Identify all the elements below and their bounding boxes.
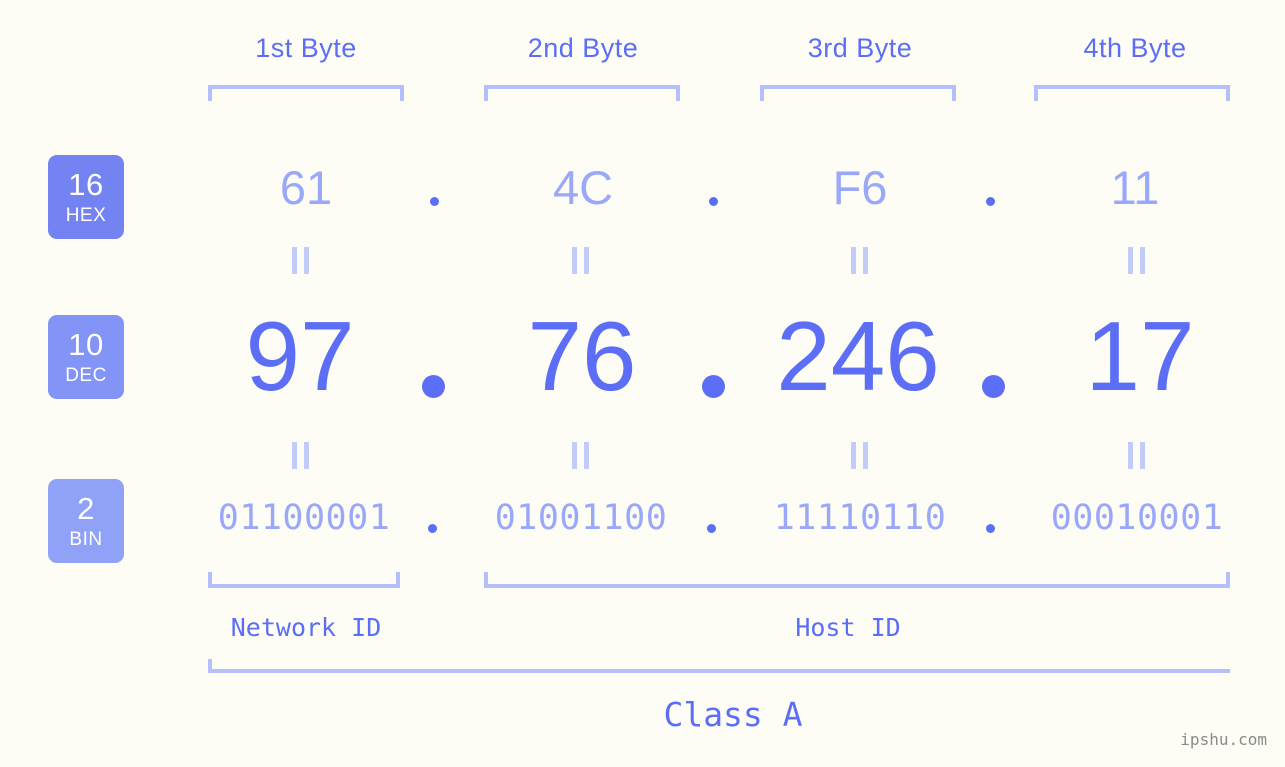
byte-bracket-3: [760, 85, 956, 101]
dec-separator-dot-3: [982, 375, 1005, 398]
dec-separator-dot-2: [702, 375, 725, 398]
hex-octet-3: F6: [832, 161, 888, 214]
equals-mark-dec-bin-4: [1126, 442, 1146, 469]
class-label: Class A: [663, 695, 803, 734]
byte-bracket-2: [484, 85, 680, 101]
bin-separator-dot-3: [986, 524, 995, 533]
site-watermark: ipshu.com: [1180, 730, 1267, 749]
dec-octet-2: 76: [527, 301, 637, 411]
network-id-label: Network ID: [230, 613, 382, 642]
dec-octet-3: 246: [776, 301, 940, 411]
class-bracket: [208, 659, 1230, 673]
hex-octet-2: 4C: [552, 161, 614, 214]
base-badge-bin[interactable]: 2 BIN: [48, 479, 124, 563]
base-badge-bin-number: 2: [77, 491, 95, 526]
host-id-label: Host ID: [795, 613, 901, 642]
dec-separator-dot-1: [422, 375, 445, 398]
base-badge-hex[interactable]: 16 HEX: [48, 155, 124, 239]
equals-mark-hex-dec-4: [1126, 247, 1146, 274]
bin-octet-3: 11110110: [773, 498, 947, 538]
host-id-bracket: [484, 572, 1230, 588]
byte-header-3: 3rd Byte: [807, 33, 913, 63]
equals-mark-hex-dec-3: [849, 247, 869, 274]
base-badge-bin-name: BIN: [69, 529, 103, 550]
bin-separator-dot-2: [707, 524, 716, 533]
hex-separator-dot-2: [709, 197, 718, 206]
base-badge-hex-name: HEX: [65, 205, 107, 226]
base-badge-hex-number: 16: [68, 167, 104, 202]
bin-octet-2: 01001100: [494, 498, 668, 538]
equals-mark-dec-bin-3: [849, 442, 869, 469]
hex-octet-1: 61: [279, 161, 333, 214]
byte-header-1: 1st Byte: [255, 33, 357, 63]
bin-separator-dot-1: [428, 524, 437, 533]
base-badge-dec[interactable]: 10 DEC: [48, 315, 124, 399]
dec-octet-4: 17: [1085, 301, 1195, 411]
bin-octet-4: 00010001: [1050, 498, 1224, 538]
hex-separator-dot-1: [430, 197, 439, 206]
base-badge-dec-number: 10: [68, 327, 104, 362]
hex-separator-dot-3: [986, 197, 995, 206]
network-id-bracket: [208, 572, 400, 588]
equals-mark-hex-dec-1: [290, 247, 310, 274]
base-badge-dec-name: DEC: [65, 365, 107, 386]
equals-mark-dec-bin-1: [290, 442, 310, 469]
byte-header-4: 4th Byte: [1083, 33, 1187, 63]
equals-mark-hex-dec-2: [570, 247, 590, 274]
ip-breakdown-diagram: 1st Byte 2nd Byte 3rd Byte 4th Byte 16 H…: [0, 0, 1285, 767]
byte-header-2: 2nd Byte: [527, 33, 639, 63]
byte-bracket-4: [1034, 85, 1230, 101]
bin-octet-1: 01100001: [217, 498, 391, 538]
hex-octet-4: 11: [1110, 161, 1160, 214]
dec-octet-1: 97: [245, 301, 355, 411]
equals-mark-dec-bin-2: [570, 442, 590, 469]
byte-bracket-1: [208, 85, 404, 101]
